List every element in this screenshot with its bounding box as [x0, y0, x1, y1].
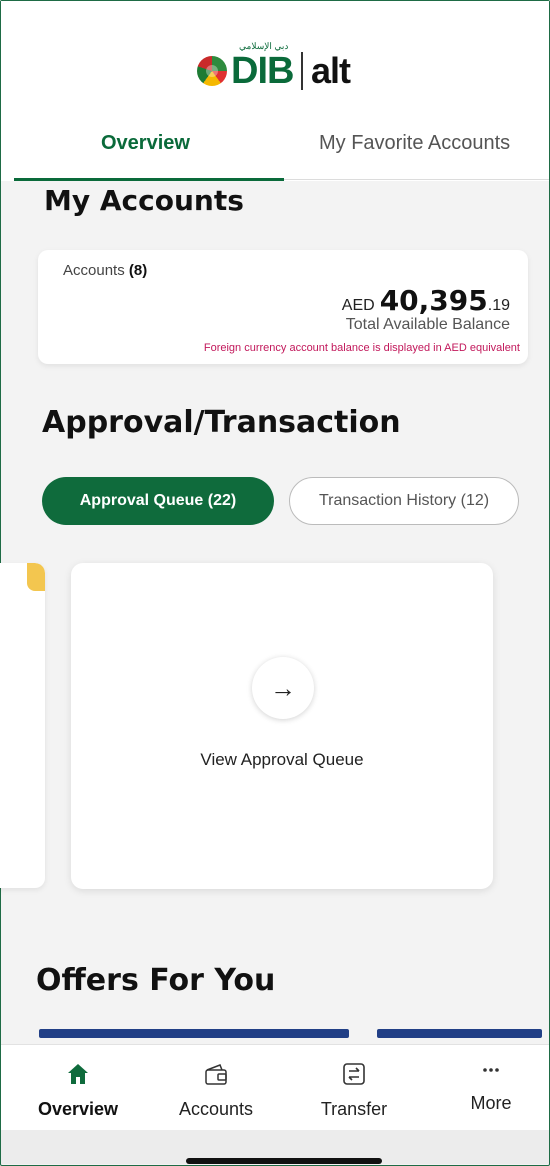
accounts-label: Accounts [63, 262, 125, 279]
accounts-count: (8) [128, 262, 148, 279]
arrow-glyph: → [270, 672, 296, 703]
transaction-history-pill[interactable]: Transaction History (12) [289, 477, 519, 525]
bottom-navigation: Overview Accounts Transfer More [1, 1044, 549, 1131]
accounts-count-label: Accounts (8) [63, 262, 147, 279]
nav-transfer[interactable]: Transfer [294, 1045, 414, 1120]
balance-decimals: .19 [487, 297, 510, 314]
transfer-icon [294, 1061, 414, 1089]
approval-queue-pill[interactable]: Approval Queue (22) [42, 477, 274, 525]
wallet-icon [156, 1061, 276, 1089]
nav-accounts[interactable]: Accounts [156, 1045, 276, 1120]
logo-divider [301, 52, 303, 90]
balance-label: Total Available Balance [345, 316, 510, 333]
approval-transaction-title: Approval/Transaction [42, 405, 401, 440]
foreign-currency-note: Foreign currency account balance is disp… [203, 342, 520, 354]
tab-overview[interactable]: Overview [101, 132, 190, 155]
offer-banner[interactable] [39, 1029, 349, 1038]
offer-banner[interactable] [377, 1029, 542, 1038]
view-approval-queue-card[interactable]: → View Approval Queue [71, 563, 493, 889]
tab-my-favorite-accounts[interactable]: My Favorite Accounts [319, 132, 510, 155]
balance-amount: 40,395 [379, 284, 488, 317]
arrow-right-icon[interactable]: → [252, 657, 314, 719]
active-tab-indicator [14, 178, 284, 181]
my-accounts-title: My Accounts [44, 184, 244, 217]
card-status-tab [27, 563, 45, 591]
nav-transfer-label: Transfer [320, 1099, 388, 1119]
total-balance: AED 40,395 .19 [342, 284, 510, 317]
tab-divider [284, 179, 549, 180]
logo-dib-text: DIB [231, 49, 294, 92]
offers-title: Offers For You [36, 963, 276, 998]
nav-more-label: More [470, 1093, 512, 1113]
logo-alt-text: alt [310, 50, 351, 91]
previous-card-peek[interactable] [0, 563, 45, 888]
nav-more[interactable]: More [431, 1045, 550, 1114]
nav-overview[interactable]: Overview [18, 1045, 138, 1120]
dib-globe-icon [197, 56, 227, 86]
nav-accounts-label: Accounts [178, 1099, 254, 1119]
accounts-summary-card[interactable]: Accounts (8) AED 40,395 .19 Total Availa… [38, 250, 528, 364]
dib-alt-logo: دبي الإسلامي DIB alt [197, 41, 351, 97]
top-tabs: Overview My Favorite Accounts [1, 122, 549, 182]
view-approval-queue-label: View Approval Queue [200, 750, 364, 769]
home-indicator[interactable] [186, 1158, 382, 1164]
balance-currency: AED [341, 297, 375, 314]
home-icon [18, 1061, 138, 1089]
more-icon [431, 1057, 550, 1085]
logo-arabic-text: دبي الإسلامي [239, 41, 289, 51]
nav-overview-label: Overview [37, 1099, 119, 1119]
